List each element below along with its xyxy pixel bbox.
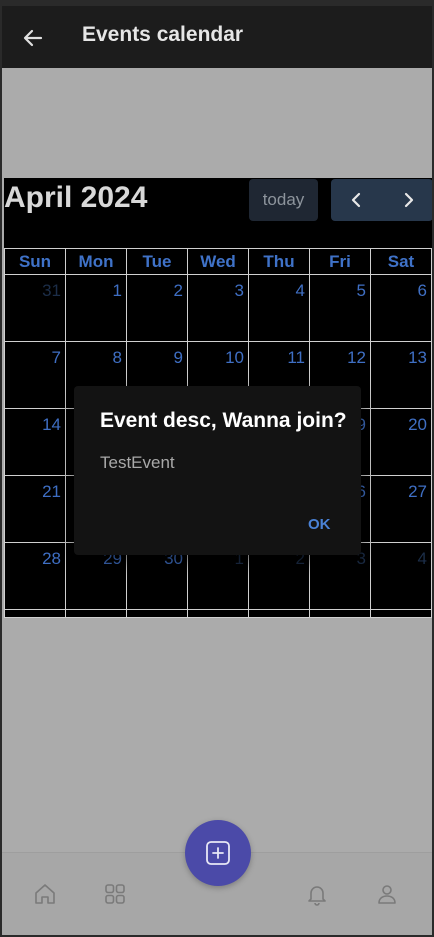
nav-home[interactable] xyxy=(30,879,60,909)
nav-notifications[interactable] xyxy=(302,879,332,909)
chevron-right-icon xyxy=(404,192,413,208)
bell-icon xyxy=(308,886,326,906)
day-cell[interactable]: 28 xyxy=(4,542,66,610)
weekday-sat: Sat xyxy=(370,248,432,275)
profile-icon xyxy=(378,885,396,904)
app-screen: Events calendar April 2024 today Sun Mon xyxy=(2,6,432,935)
day-cell[interactable]: 5 xyxy=(309,274,371,342)
today-button[interactable]: today xyxy=(249,179,318,221)
month-title: April 2024 xyxy=(4,181,148,214)
day-cell[interactable]: 2 xyxy=(126,274,188,342)
day-cell[interactable]: 7 xyxy=(4,341,66,409)
chevron-left-icon xyxy=(351,192,360,208)
weekday-sun: Sun xyxy=(4,248,66,275)
month-nav xyxy=(331,179,432,221)
nav-grid[interactable] xyxy=(100,879,130,909)
nav-profile[interactable] xyxy=(372,879,402,909)
next-month-button[interactable] xyxy=(382,179,432,221)
day-cell[interactable]: 13 xyxy=(370,341,432,409)
day-cell[interactable]: 4 xyxy=(248,274,310,342)
day-cell[interactable]: 27 xyxy=(370,475,432,543)
day-cell-empty xyxy=(309,609,371,618)
day-cell[interactable]: 20 xyxy=(370,408,432,476)
weekday-wed: Wed xyxy=(187,248,249,275)
prev-month-button[interactable] xyxy=(331,179,382,221)
app-bar: Events calendar xyxy=(2,6,432,68)
day-cell-empty xyxy=(248,609,310,618)
page-title: Events calendar xyxy=(82,23,244,46)
day-cell-empty xyxy=(187,609,249,618)
ok-button[interactable]: OK xyxy=(308,516,331,533)
day-cell-empty xyxy=(65,609,127,618)
day-cell[interactable]: 21 xyxy=(4,475,66,543)
weekday-mon: Mon xyxy=(65,248,127,275)
arrow-left-icon xyxy=(23,29,43,47)
day-cell[interactable]: 1 xyxy=(65,274,127,342)
weekday-thu: Thu xyxy=(248,248,310,275)
weekday-tue: Tue xyxy=(126,248,188,275)
day-cell-empty xyxy=(370,609,432,618)
home-icon xyxy=(35,884,55,904)
weekday-header: Sun Mon Tue Wed Thu Fri Sat xyxy=(4,248,432,275)
weekday-fri: Fri xyxy=(309,248,371,275)
day-cell[interactable]: 6 xyxy=(370,274,432,342)
day-cell[interactable]: 31 xyxy=(4,274,66,342)
event-dialog: Event desc, Wanna join? TestEvent OK xyxy=(74,386,361,555)
week-row: 31 1 2 3 4 5 6 xyxy=(4,274,432,342)
day-cell-empty xyxy=(126,609,188,618)
day-cell-empty xyxy=(4,609,66,618)
day-cell[interactable]: 3 xyxy=(187,274,249,342)
add-event-button[interactable] xyxy=(185,820,251,886)
day-cell[interactable]: 14 xyxy=(4,408,66,476)
week-row-partial xyxy=(4,609,432,618)
dialog-body: TestEvent xyxy=(100,453,175,472)
grid-icon xyxy=(105,884,125,904)
dialog-title: Event desc, Wanna join? xyxy=(100,409,347,432)
add-square-icon xyxy=(206,841,230,865)
day-cell[interactable]: 4 xyxy=(370,542,432,610)
back-button[interactable] xyxy=(16,21,50,55)
